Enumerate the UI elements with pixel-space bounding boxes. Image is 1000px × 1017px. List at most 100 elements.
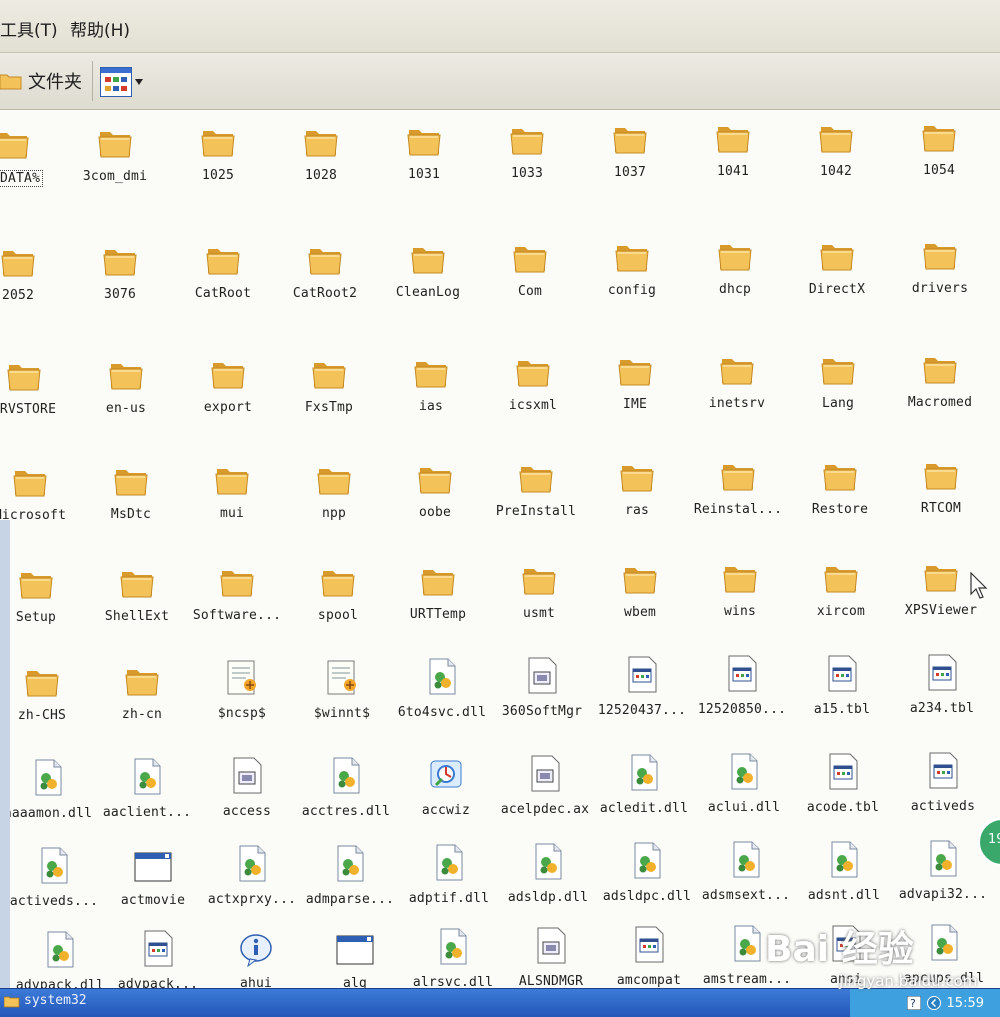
item-label: amcompat bbox=[616, 973, 682, 988]
item-label: Macromed bbox=[907, 395, 973, 410]
folder-icon bbox=[208, 348, 248, 392]
dll-file-icon bbox=[824, 836, 864, 880]
item-label: CleanLog bbox=[395, 285, 461, 300]
clock[interactable]: 15:59 bbox=[947, 996, 984, 1011]
dll-file-icon bbox=[528, 838, 568, 882]
taskbar-window-system32[interactable]: system32 bbox=[4, 993, 87, 1008]
info-icon bbox=[236, 924, 276, 968]
folder-icon bbox=[920, 343, 960, 387]
chevron-left-icon[interactable] bbox=[926, 996, 941, 1010]
file-item[interactable]: apcups.dll bbox=[884, 919, 1000, 990]
folder-item[interactable]: DirectX bbox=[777, 230, 897, 322]
item-label: adsldpc.dll bbox=[602, 889, 692, 904]
item-label: 1054 bbox=[922, 163, 956, 178]
item-label: 1041 bbox=[716, 164, 750, 179]
folder-item[interactable]: 3076 bbox=[60, 235, 180, 327]
folder-icon bbox=[111, 455, 151, 499]
item-label: activeds bbox=[910, 799, 976, 814]
file-item[interactable]: activeds bbox=[883, 747, 1000, 839]
item-label: aaaamon.dll bbox=[3, 806, 93, 821]
item-label: IME bbox=[622, 397, 648, 412]
folder-icon bbox=[0, 74, 22, 90]
item-label: 360SoftMgr bbox=[501, 704, 583, 719]
item-label: oobe bbox=[418, 505, 452, 520]
folders-button[interactable]: 文件夹 bbox=[0, 65, 82, 97]
dll-file-icon bbox=[429, 839, 469, 883]
toolbar: 文件夹 bbox=[0, 53, 1000, 110]
item-label: zh-CHS bbox=[17, 708, 67, 723]
item-label: $winnt$ bbox=[313, 706, 371, 721]
item-label: FxsTmp bbox=[304, 400, 354, 415]
item-label: 2052 bbox=[1, 288, 35, 303]
system-file-icon bbox=[522, 652, 562, 696]
menu-tools[interactable]: 工具(T) bbox=[0, 16, 58, 41]
folder-item[interactable]: CatRoot2 bbox=[265, 234, 385, 326]
folder-icon bbox=[820, 450, 860, 494]
folder-item[interactable]: 1042 bbox=[776, 112, 896, 204]
menu-help[interactable]: 帮助(H) bbox=[70, 16, 130, 41]
application-file-icon bbox=[629, 921, 669, 965]
item-label: 12520437... bbox=[597, 703, 687, 718]
dll-file-icon bbox=[727, 920, 767, 964]
folder-item[interactable]: 3com_dmi bbox=[55, 117, 175, 209]
folder-icon bbox=[314, 454, 354, 498]
folder-item[interactable]: config bbox=[572, 231, 692, 323]
item-label: XPSViewer bbox=[904, 603, 978, 618]
folder-icon bbox=[615, 345, 655, 389]
dll-file-icon bbox=[923, 835, 963, 879]
folder-item[interactable]: 1033 bbox=[467, 114, 587, 206]
item-label: accwiz bbox=[421, 803, 471, 818]
item-label: MsDtc bbox=[110, 507, 152, 522]
item-label: CatRoot bbox=[194, 286, 252, 301]
dll-file-icon bbox=[624, 749, 664, 793]
folder-item[interactable]: 1037 bbox=[570, 113, 690, 205]
folders-label: 文件夹 bbox=[28, 72, 82, 93]
dll-file-icon bbox=[724, 748, 764, 792]
application-file-icon bbox=[622, 651, 662, 695]
system-file-icon bbox=[525, 750, 565, 794]
folder-icon bbox=[122, 655, 162, 699]
item-label: ShellExt bbox=[104, 609, 170, 624]
file-list-view: %PDATA% 3com_dmi 1025 1028 1031 1033 1037 1041 1… bbox=[0, 110, 1000, 990]
accessibility-wizard-icon bbox=[426, 751, 466, 795]
file-item[interactable]: a234.tbl bbox=[882, 649, 1000, 741]
taskbar: system32 ? 15:59 bbox=[0, 988, 1000, 1017]
item-label: a234.tbl bbox=[909, 701, 975, 716]
item-label: config bbox=[607, 283, 657, 298]
folder-icon bbox=[717, 344, 757, 388]
folder-icon bbox=[95, 117, 135, 161]
dll-file-icon bbox=[28, 754, 68, 798]
item-label: xircom bbox=[816, 604, 866, 619]
item-label: aclui.dll bbox=[707, 800, 781, 815]
folder-item[interactable]: RTCOM bbox=[881, 449, 1000, 541]
item-label: adsldp.dll bbox=[507, 890, 589, 905]
item-label: apcups.dll bbox=[903, 971, 985, 986]
item-label: Reinstal... bbox=[693, 502, 783, 517]
item-label: %PDATA% bbox=[0, 170, 44, 187]
folder-icon bbox=[4, 996, 20, 1007]
item-label: 1042 bbox=[819, 164, 853, 179]
item-label: en-us bbox=[105, 401, 147, 416]
folder-item[interactable]: 1041 bbox=[673, 112, 793, 204]
dll-file-icon bbox=[34, 842, 74, 886]
folder-item[interactable]: 1025 bbox=[158, 116, 278, 208]
folder-icon bbox=[217, 556, 257, 600]
folder-item[interactable]: Macromed bbox=[880, 343, 1000, 435]
dll-file-icon bbox=[924, 919, 964, 963]
folder-icon bbox=[718, 450, 758, 494]
folder-icon bbox=[617, 451, 657, 495]
dll-file-icon bbox=[40, 926, 80, 970]
folder-icon bbox=[418, 555, 458, 599]
item-label: npp bbox=[321, 506, 347, 521]
folder-icon bbox=[0, 236, 38, 280]
folder-icon bbox=[10, 456, 50, 500]
folder-icon bbox=[411, 347, 451, 391]
folder-item[interactable]: drivers bbox=[880, 229, 1000, 321]
folder-item[interactable]: 1028 bbox=[261, 116, 381, 208]
help-icon[interactable]: ? bbox=[906, 996, 921, 1010]
views-button[interactable] bbox=[100, 65, 150, 99]
folder-item[interactable]: 1054 bbox=[879, 111, 999, 203]
folder-icon bbox=[305, 234, 345, 278]
item-label: wbem bbox=[623, 605, 657, 620]
folder-item[interactable]: 1031 bbox=[364, 115, 484, 207]
